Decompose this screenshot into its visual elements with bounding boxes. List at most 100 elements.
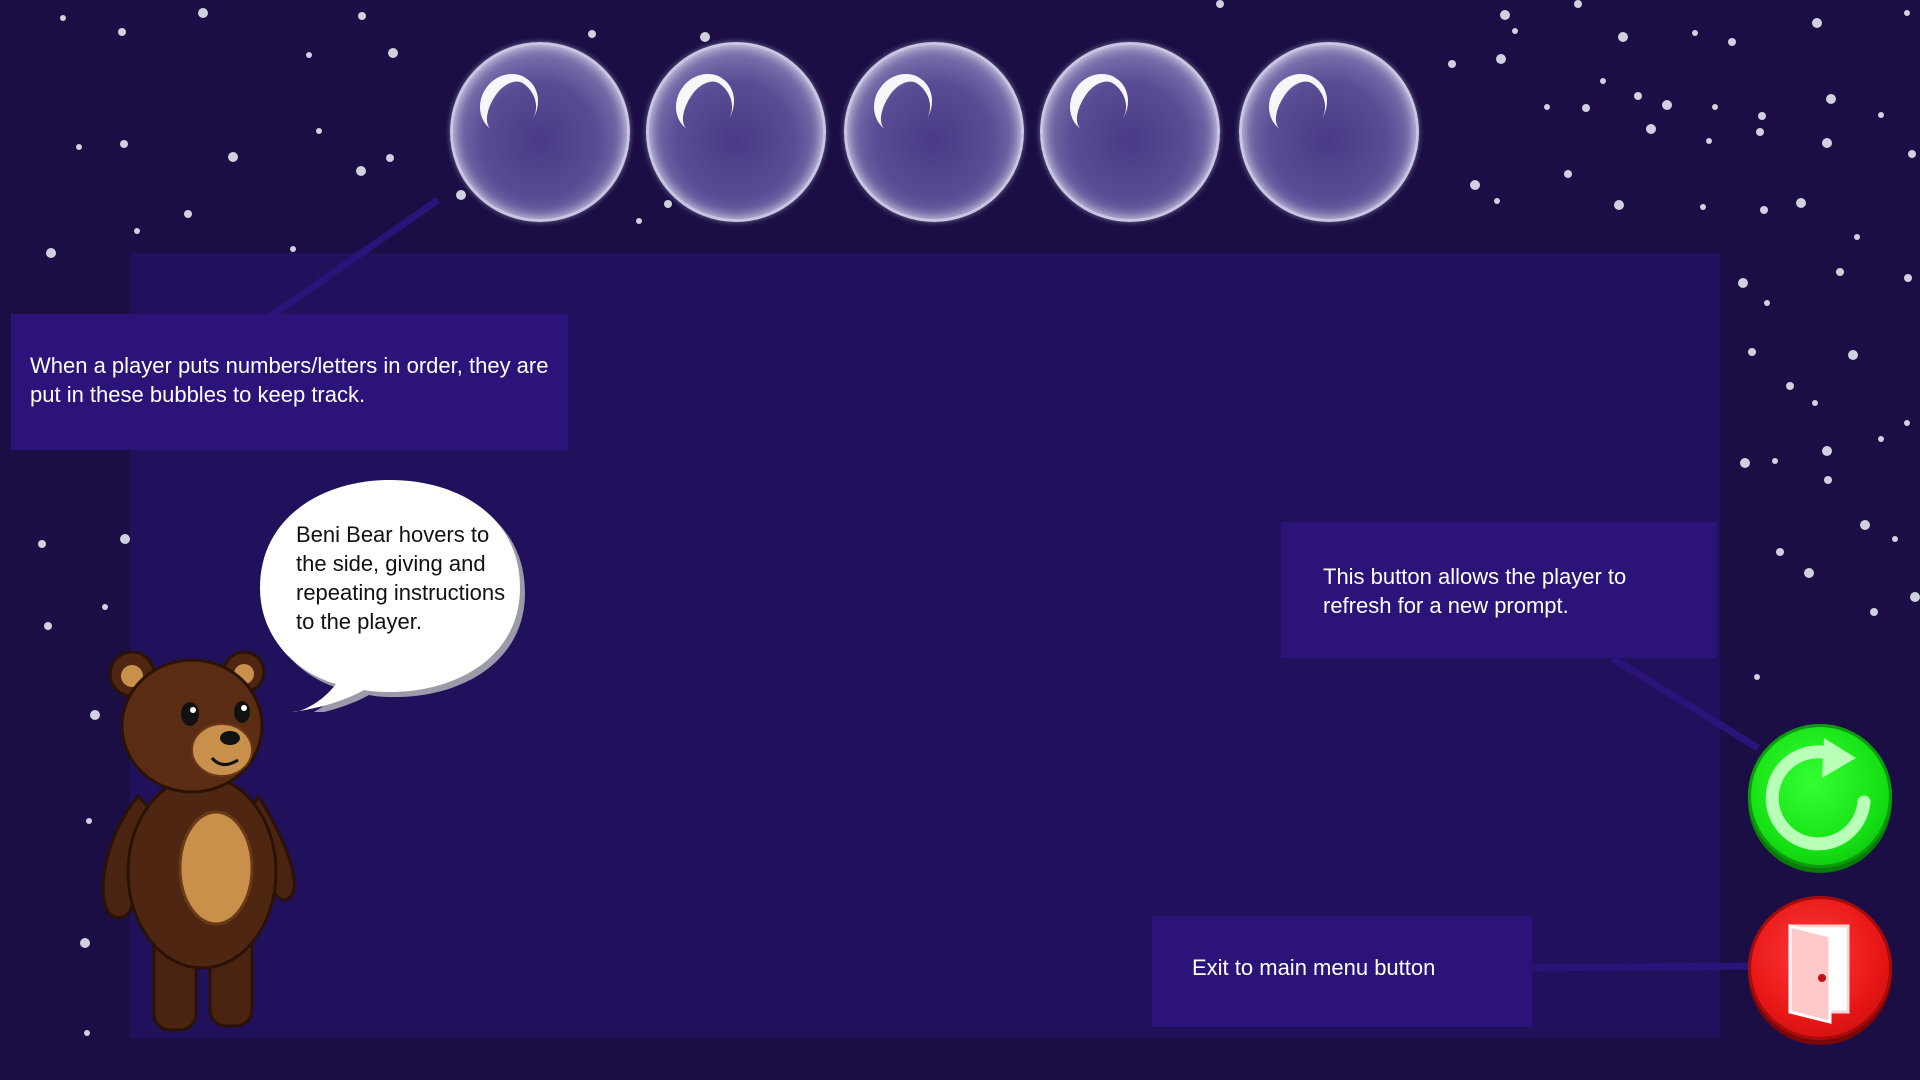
bear-nose [220, 731, 240, 745]
star-dot [1860, 520, 1870, 530]
star-dot [1574, 0, 1582, 8]
star-dot [102, 604, 108, 610]
star-dot [1712, 104, 1718, 110]
exit-callout: Exit to main menu button [1152, 916, 1532, 1027]
star-dot [1600, 78, 1606, 84]
star-dot [1646, 124, 1656, 134]
star-dot [120, 140, 128, 148]
star-dot [1614, 200, 1624, 210]
bubble-shine [468, 62, 550, 146]
door-exit-icon [1788, 924, 1850, 1024]
exit-callout-text: Exit to main menu button [1192, 955, 1436, 980]
refresh-icon [1765, 738, 1871, 851]
star-dot [1878, 112, 1884, 118]
star-dot [1904, 10, 1910, 16]
star-dot [1796, 198, 1806, 208]
star-dot [1740, 458, 1750, 468]
star-dot [60, 15, 66, 21]
star-dot [184, 210, 192, 218]
star-dot [1470, 180, 1480, 190]
star-dot [356, 166, 366, 176]
star-dot [1748, 348, 1756, 356]
star-dot [46, 248, 56, 258]
star-dot [1776, 548, 1784, 556]
star-dot [386, 154, 394, 162]
star-dot [1848, 350, 1858, 360]
star-dot [388, 48, 398, 58]
beni-bear-character [101, 650, 296, 1032]
tracking-bubble-3 [844, 42, 1024, 222]
star-dot [1760, 206, 1768, 214]
bubbles-callout-text: When a player puts numbers/letters in or… [30, 353, 549, 407]
bear-belly [178, 810, 254, 926]
star-dot [76, 144, 82, 150]
star-dot [228, 152, 238, 162]
bear-instructions-text: Beni Bear hovers to the side, giving and… [296, 522, 506, 634]
star-dot [456, 190, 466, 200]
star-dot [1822, 138, 1832, 148]
star-dot [1908, 150, 1916, 158]
star-dot [636, 218, 642, 224]
star-dot [1582, 104, 1590, 112]
star-dot [1904, 274, 1912, 282]
star-dot [1512, 28, 1518, 34]
star-dot [1564, 170, 1572, 178]
bubble-shine [664, 62, 746, 146]
star-dot [1216, 0, 1224, 8]
bubble-shine [1058, 62, 1140, 146]
star-dot [1878, 436, 1884, 442]
tracking-bubble-5 [1239, 42, 1419, 222]
star-dot [1904, 420, 1910, 426]
star-dot [290, 246, 296, 252]
bubbles-callout: When a player puts numbers/letters in or… [11, 314, 568, 450]
star-dot [1786, 382, 1794, 390]
star-dot [134, 228, 140, 234]
bear-right-eye [234, 701, 250, 723]
star-dot [1448, 60, 1456, 68]
star-dot [1706, 138, 1712, 144]
star-dot [1812, 400, 1818, 406]
star-dot [1772, 458, 1778, 464]
star-dot [588, 30, 596, 38]
star-dot [1728, 38, 1736, 46]
bear-muzzle [191, 723, 253, 777]
star-dot [1812, 18, 1822, 28]
star-dot [1700, 204, 1706, 210]
star-dot [198, 8, 208, 18]
star-dot [1854, 234, 1860, 240]
tracking-bubble-1 [450, 42, 630, 222]
bubble-shine [1257, 62, 1339, 146]
star-dot [118, 28, 126, 36]
star-dot [38, 540, 46, 548]
star-dot [306, 52, 312, 58]
star-dot [1910, 592, 1920, 602]
star-dot [1756, 128, 1764, 136]
refresh-button[interactable] [1748, 724, 1892, 868]
star-dot [1804, 568, 1814, 578]
star-dot [358, 12, 366, 20]
star-dot [1544, 104, 1550, 110]
star-dot [664, 200, 672, 208]
star-dot [1738, 278, 1748, 288]
star-dot [1836, 268, 1844, 276]
star-dot [1764, 300, 1770, 306]
star-dot [120, 534, 130, 544]
tracking-bubble-4 [1040, 42, 1220, 222]
star-dot [44, 622, 52, 630]
star-dot [1494, 198, 1500, 204]
star-dot [1892, 536, 1898, 542]
star-dot [1662, 100, 1672, 110]
star-dot [1758, 112, 1766, 120]
star-dot [1618, 32, 1628, 42]
star-dot [1496, 54, 1506, 64]
bubble-shine [862, 62, 944, 146]
refresh-callout-text: This button allows the player to refresh… [1323, 564, 1627, 618]
star-dot [1754, 674, 1760, 680]
exit-to-main-menu-button[interactable] [1748, 896, 1892, 1040]
star-dot [1870, 608, 1878, 616]
bear-left-eye [181, 702, 199, 726]
star-dot [1500, 10, 1510, 20]
star-dot [700, 32, 710, 42]
star-dot [1826, 94, 1836, 104]
tracking-bubble-2 [646, 42, 826, 222]
